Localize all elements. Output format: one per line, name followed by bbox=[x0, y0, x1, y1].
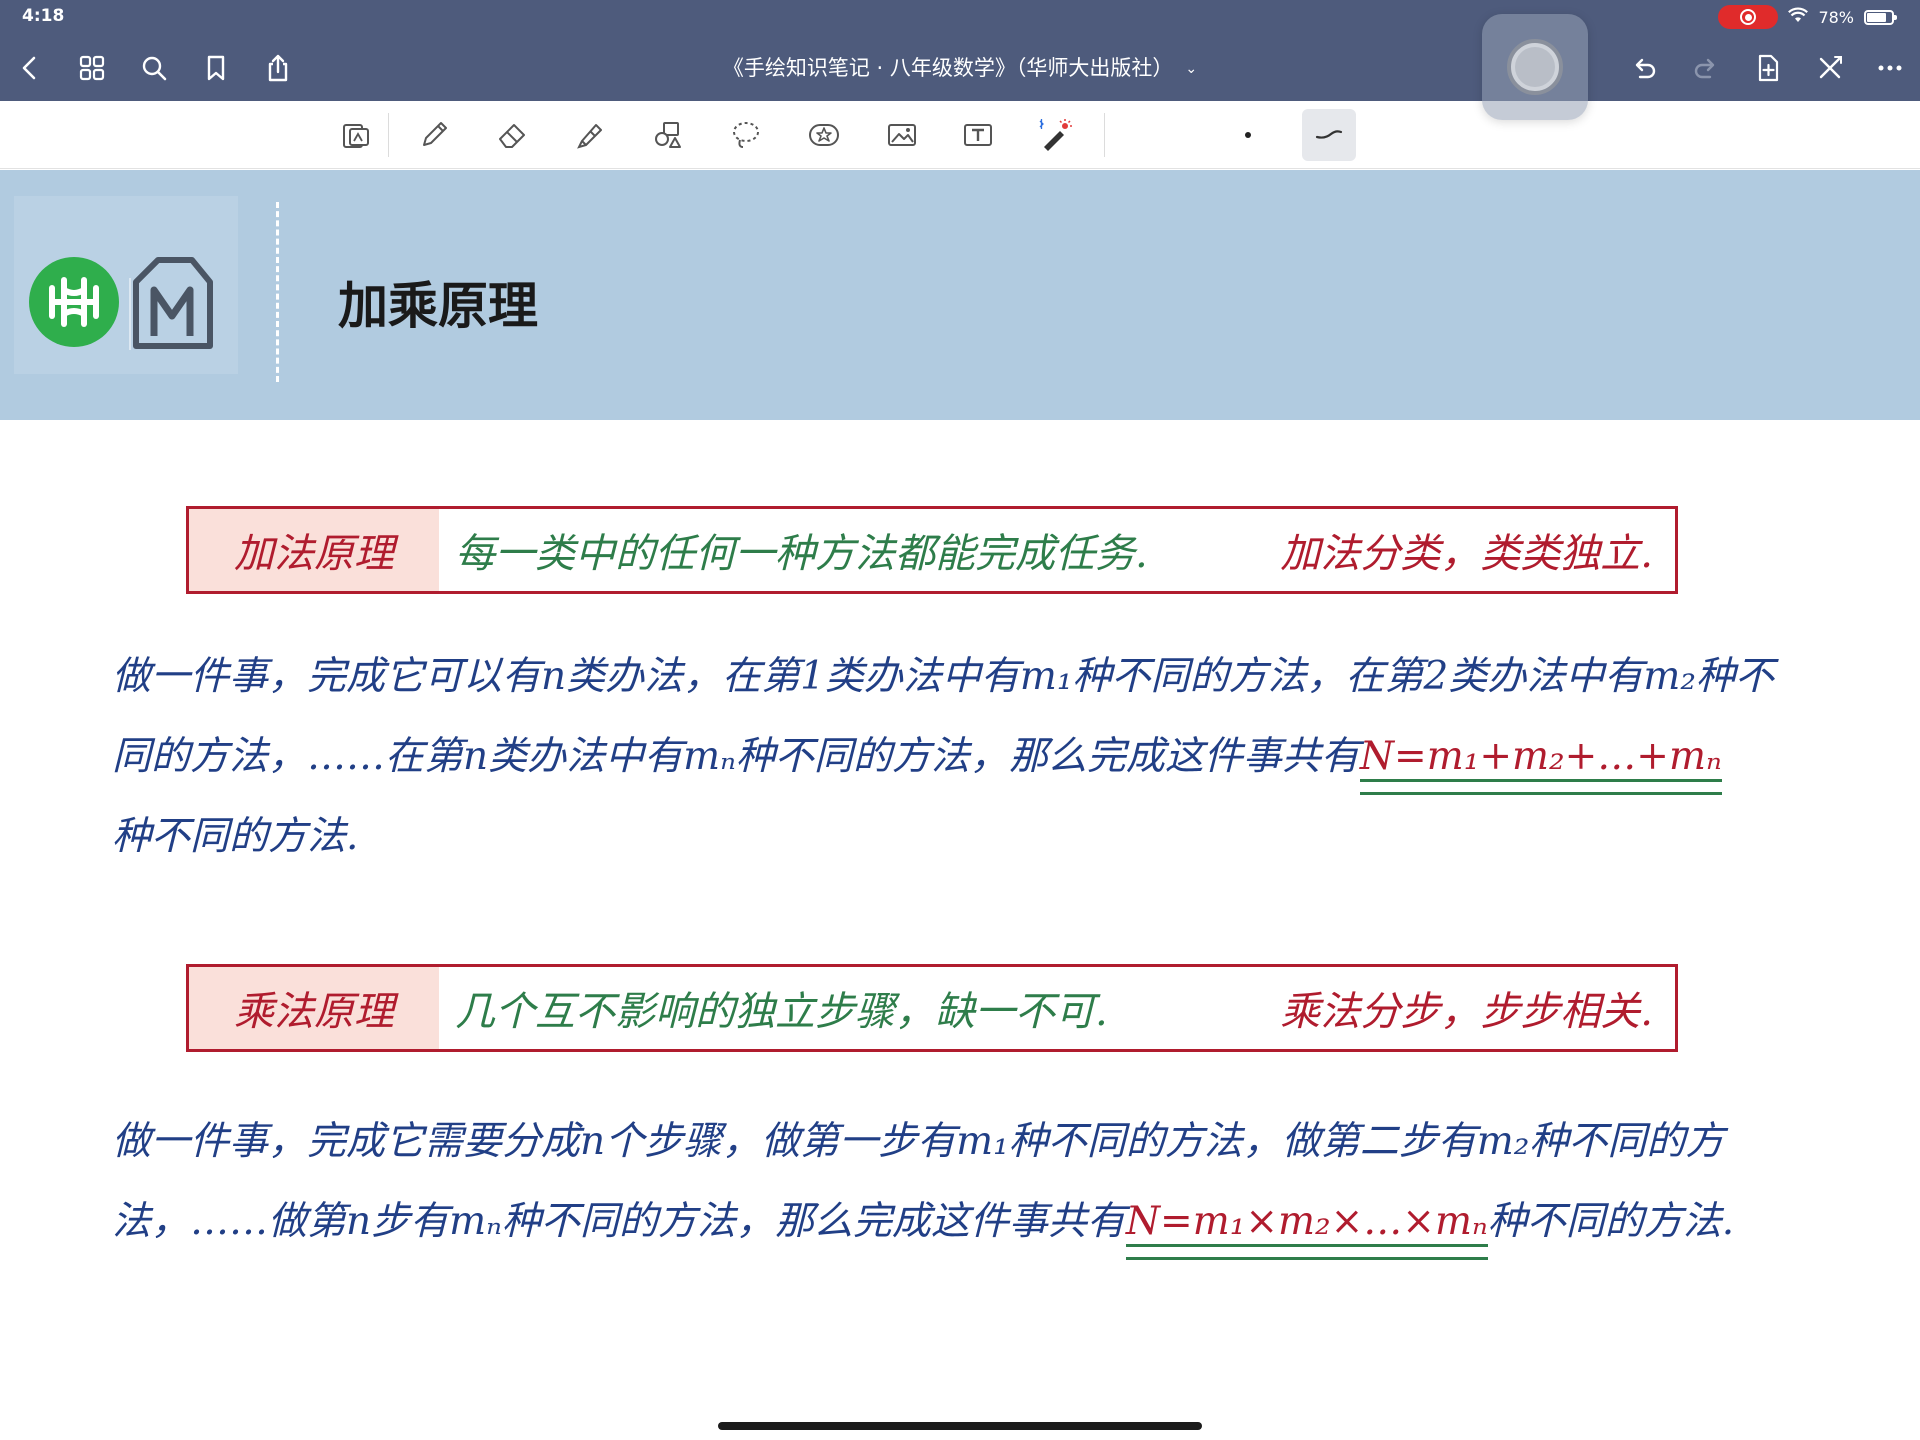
more-button[interactable] bbox=[1870, 48, 1910, 88]
add-page-icon bbox=[1758, 54, 1779, 82]
publisher-logo bbox=[14, 196, 238, 374]
highlighter-icon bbox=[577, 124, 602, 149]
add-page-button[interactable] bbox=[1748, 48, 1788, 88]
page-title: 加乘原理 bbox=[338, 277, 538, 335]
laser-pointer-icon bbox=[1039, 119, 1072, 151]
undo-button[interactable] bbox=[1624, 48, 1664, 88]
addition-principle-box: 加法原理 每一类中的任何一种方法都能完成任务. 加法分类，类类独立. bbox=[186, 506, 1678, 594]
tool-stroke-size[interactable] bbox=[1224, 111, 1272, 159]
publisher-logo-icon bbox=[29, 257, 213, 350]
addition-formula: N=m₁+m₂+…+mₙ bbox=[1359, 717, 1722, 797]
dot-size-icon bbox=[1245, 132, 1251, 138]
header-divider bbox=[276, 202, 279, 382]
battery-percent: 78% bbox=[1818, 7, 1854, 27]
image-icon bbox=[888, 124, 916, 146]
read-mode-icon bbox=[343, 124, 369, 148]
page-header: 加乘原理 bbox=[0, 170, 1920, 420]
status-right: 78% bbox=[1718, 4, 1897, 30]
record-icon bbox=[1740, 9, 1757, 25]
chevron-down-icon: ⌄ bbox=[1185, 61, 1198, 77]
redo-button[interactable] bbox=[1686, 48, 1726, 88]
addition-principle-paragraph: 做一件事，完成它可以有n类办法，在第1类办法中有m₁种不同的方法，在第2类办法中… bbox=[112, 637, 1812, 877]
tool-laser-pointer[interactable] bbox=[1030, 111, 1078, 159]
multiplication-principle-paragraph: 做一件事，完成它需要分成n个步骤，做第一步有m₁种不同的方法，做第二步有m₂种不… bbox=[112, 1102, 1812, 1262]
multiplication-paragraph-end: 种不同的方法. bbox=[1487, 1199, 1735, 1244]
drawing-toolbar bbox=[0, 101, 1920, 169]
tool-shapes[interactable] bbox=[644, 111, 692, 159]
multiplication-formula: N=m₁×m₂×…×mₙ bbox=[1125, 1182, 1488, 1262]
document-title-text: 《手绘知识笔记 · 八年级数学》（华师大出版社） bbox=[722, 56, 1174, 80]
multiplication-principle-label: 乘法原理 bbox=[189, 967, 439, 1049]
tool-pen[interactable] bbox=[410, 111, 458, 159]
battery-fill bbox=[1867, 12, 1886, 22]
lasso-icon bbox=[733, 122, 759, 148]
eraser-icon bbox=[499, 124, 525, 148]
addition-principle-label: 加法原理 bbox=[189, 509, 439, 591]
tool-text[interactable] bbox=[954, 111, 1002, 159]
sticker-star-icon bbox=[809, 124, 839, 146]
record-button-icon bbox=[1507, 39, 1563, 95]
tool-stroke-style[interactable] bbox=[1302, 109, 1356, 161]
redo-icon bbox=[1694, 58, 1715, 79]
more-icon bbox=[1878, 65, 1902, 71]
tool-read-mode[interactable] bbox=[332, 111, 380, 159]
stroke-curve-icon bbox=[1315, 130, 1343, 139]
tool-highlighter[interactable] bbox=[566, 111, 614, 159]
floating-record-button[interactable] bbox=[1482, 14, 1588, 120]
pen-settings-button[interactable] bbox=[1810, 48, 1850, 88]
status-time: 4:18 bbox=[22, 6, 65, 26]
undo-icon bbox=[1635, 58, 1656, 79]
toolbar-separator bbox=[388, 113, 389, 157]
tool-sticker[interactable] bbox=[800, 111, 848, 159]
tool-lasso[interactable] bbox=[722, 111, 770, 159]
multiplication-principle-definition: 几个互不影响的独立步骤，缺一不可. bbox=[455, 989, 1108, 1035]
tool-eraser[interactable] bbox=[488, 111, 536, 159]
pen-icon bbox=[423, 122, 447, 146]
wifi-icon bbox=[1788, 7, 1809, 27]
tool-image[interactable] bbox=[878, 111, 926, 159]
text-box-icon bbox=[964, 124, 992, 146]
pen-cross-icon bbox=[1819, 56, 1842, 79]
battery-icon bbox=[1864, 9, 1897, 25]
screen-recording-indicator[interactable] bbox=[1718, 5, 1779, 29]
addition-paragraph-end: 种不同的方法. bbox=[112, 814, 359, 859]
shapes-icon bbox=[655, 122, 681, 148]
home-indicator[interactable] bbox=[718, 1422, 1202, 1430]
top-bar: 4:18 78% 《手绘知识笔记 · 八年级数学》（华师大出版社） ⌄ bbox=[0, 0, 1920, 101]
addition-principle-definition: 每一类中的任何一种方法都能完成任务. bbox=[455, 531, 1148, 577]
multiplication-principle-box: 乘法原理 几个互不影响的独立步骤，缺一不可. 乘法分步，步步相关. bbox=[186, 964, 1678, 1052]
addition-principle-motto: 加法分类，类类独立. bbox=[1280, 531, 1653, 577]
multiplication-principle-motto: 乘法分步，步步相关. bbox=[1280, 989, 1653, 1035]
toolbar-separator bbox=[1104, 113, 1105, 157]
